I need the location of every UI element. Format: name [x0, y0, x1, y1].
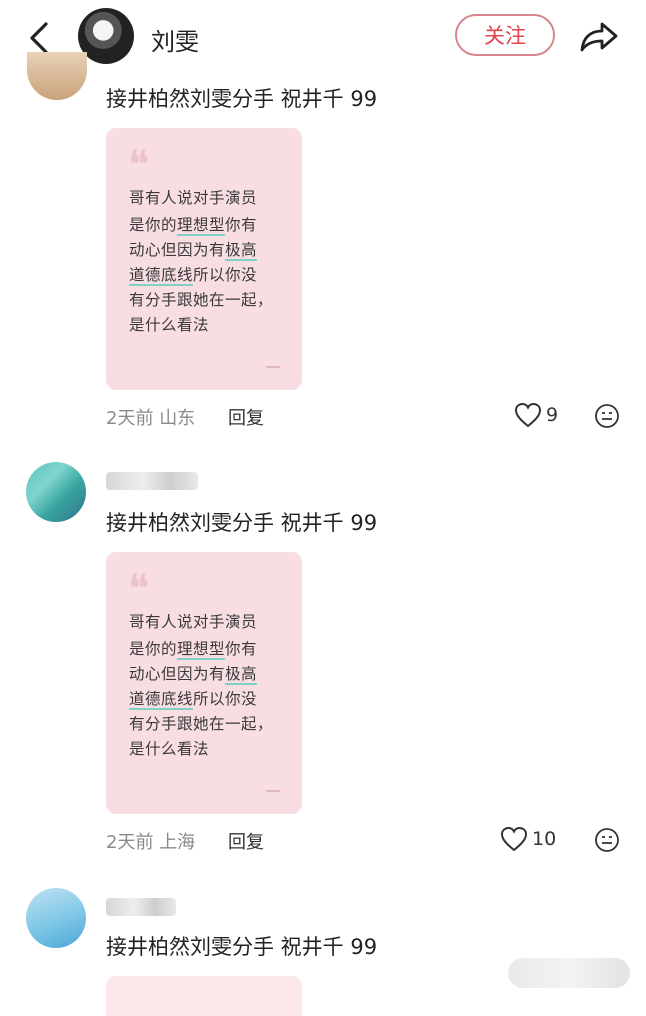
card-line: 道德底线所以你没	[129, 266, 258, 286]
comment-time: 2天前	[106, 832, 154, 853]
quote-card[interactable]: ❝ 哥有人说对手演员 是你的理想型你有 动心但因为有极高 道德底线所以你没 有分…	[106, 552, 302, 814]
comment-location: 山东	[159, 408, 196, 429]
card-line: 哥有人说对手演员	[129, 613, 258, 631]
comment-location: 上海	[159, 832, 196, 853]
reply-button[interactable]: 回复	[228, 828, 264, 854]
comment-text: 接井柏然刘雯分手 祝井千 99	[106, 87, 378, 111]
card-divider	[266, 366, 280, 368]
quote-card-partial[interactable]	[106, 976, 302, 1016]
comment-time: 2天前	[106, 408, 154, 429]
like-button[interactable]: 10	[500, 826, 556, 852]
card-line: 有分手跟她在一起，	[129, 715, 274, 733]
commenter-name-blurred[interactable]	[106, 898, 176, 916]
like-count: 10	[532, 828, 557, 850]
comment-meta: 2天前 上海	[106, 828, 195, 854]
card-line: 是你的理想型你有	[129, 640, 258, 660]
card-line: 动心但因为有极高	[129, 665, 258, 685]
commenter-name-blurred[interactable]	[106, 472, 198, 490]
card-line: 道德底线所以你没	[129, 690, 258, 710]
commenter-avatar[interactable]	[27, 52, 87, 100]
quote-mark-icon: ❝	[128, 142, 150, 188]
quote-card[interactable]: ❝ 哥有人说对手演员 是你的理想型你有 动心但因为有极高 道德底线所以你没 有分…	[106, 128, 302, 390]
card-line: 有分手跟她在一起，	[129, 291, 274, 309]
top-bar: 刘雯 关注	[0, 0, 646, 76]
card-line: 动心但因为有极高	[129, 241, 258, 261]
like-count: 9	[546, 404, 559, 426]
quote-mark-icon: ❝	[128, 566, 150, 612]
card-line: 哥有人说对手演员	[129, 189, 258, 207]
commenter-avatar[interactable]	[26, 888, 86, 948]
follow-button[interactable]: 关注	[455, 14, 555, 56]
reply-button[interactable]: 回复	[228, 404, 264, 430]
blurred-overlay	[508, 958, 630, 988]
card-line: 是什么看法	[129, 740, 210, 758]
comment-meta: 2天前 山东	[106, 404, 195, 430]
like-button[interactable]: 9	[514, 402, 558, 428]
share-icon[interactable]	[578, 16, 620, 56]
card-line: 是你的理想型你有	[129, 216, 258, 236]
commenter-avatar[interactable]	[26, 462, 86, 522]
card-divider	[266, 790, 280, 792]
emoji-reaction-icon[interactable]	[594, 403, 620, 429]
heart-icon	[514, 402, 542, 428]
profile-name[interactable]: 刘雯	[151, 22, 199, 57]
heart-icon	[500, 826, 528, 852]
comment-text: 接井柏然刘雯分手 祝井千 99	[106, 935, 378, 959]
comment-text: 接井柏然刘雯分手 祝井千 99	[106, 511, 378, 535]
emoji-reaction-icon[interactable]	[594, 827, 620, 853]
card-line: 是什么看法	[129, 316, 210, 334]
